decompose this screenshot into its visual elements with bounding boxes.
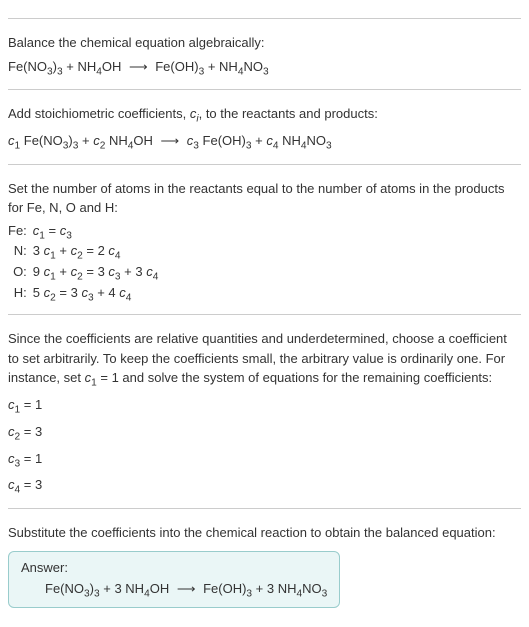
step1-section: Add stoichiometric coefficients, ci, to … (8, 89, 521, 154)
atom-equations-table: Fe: c1 = c3 N: 3 c1 + c2 = 2 c4 O: 9 c1 … (8, 222, 164, 304)
table-row: O: 9 c1 + c2 = 3 c3 + 3 c4 (8, 263, 164, 284)
elem-eq: 3 c1 + c2 = 2 c4 (33, 242, 165, 263)
step3-text: Since the coefficients are relative quan… (8, 329, 521, 391)
step1-equation: c1 Fe(NO3)3 + c2 NH4OH ⟶ c3 Fe(OH)3 + c4… (8, 131, 521, 154)
step3-section: Since the coefficients are relative quan… (8, 314, 521, 498)
elem-label: O: (8, 263, 33, 284)
step1-text: Add stoichiometric coefficients, ci, to … (8, 104, 521, 127)
step4-section: Substitute the coefficients into the che… (8, 508, 521, 608)
answer-box: Answer: Fe(NO3)3 + 3 NH4OH ⟶ Fe(OH)3 + 3… (8, 551, 340, 609)
table-row: N: 3 c1 + c2 = 2 c4 (8, 242, 164, 263)
table-row: Fe: c1 = c3 (8, 222, 164, 243)
intro-section: Balance the chemical equation algebraica… (8, 18, 521, 79)
intro-text: Balance the chemical equation algebraica… (8, 33, 521, 53)
step2-section: Set the number of atoms in the reactants… (8, 164, 521, 304)
solution-line: c2 = 3 (8, 422, 521, 445)
elem-eq: c1 = c3 (33, 222, 165, 243)
step4-text: Substitute the coefficients into the che… (8, 523, 521, 543)
elem-eq: 9 c1 + c2 = 3 c3 + 3 c4 (33, 263, 165, 284)
solution-line: c4 = 3 (8, 475, 521, 498)
elem-eq: 5 c2 = 3 c3 + 4 c4 (33, 284, 165, 305)
answer-equation: Fe(NO3)3 + 3 NH4OH ⟶ Fe(OH)3 + 3 NH4NO3 (21, 581, 327, 600)
elem-label: Fe: (8, 222, 33, 243)
elem-label: H: (8, 284, 33, 305)
solution-line: c3 = 1 (8, 449, 521, 472)
solution-line: c1 = 1 (8, 395, 521, 418)
answer-label: Answer: (21, 560, 327, 575)
intro-equation: Fe(NO3)3 + NH4OH ⟶ Fe(OH)3 + NH4NO3 (8, 57, 521, 80)
step2-text: Set the number of atoms in the reactants… (8, 179, 521, 218)
elem-label: N: (8, 242, 33, 263)
table-row: H: 5 c2 = 3 c3 + 4 c4 (8, 284, 164, 305)
